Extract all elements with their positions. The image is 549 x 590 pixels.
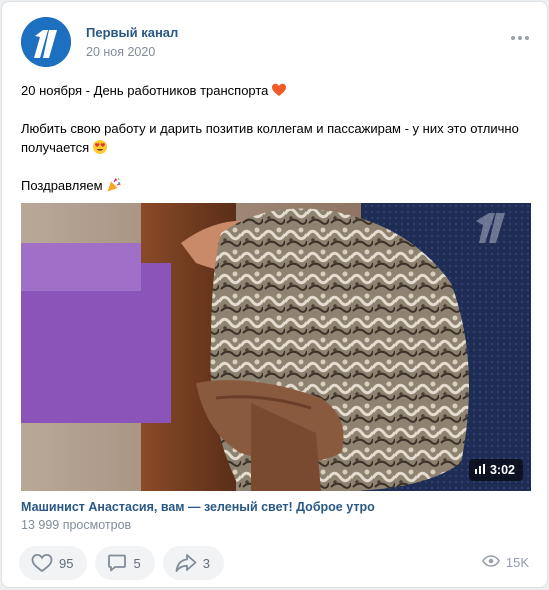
like-count: 95 (59, 555, 74, 571)
eye-icon (481, 555, 500, 570)
comment-icon (107, 553, 127, 573)
comment-count: 5 (133, 555, 141, 571)
video-player[interactable]: 3:02 (21, 203, 531, 491)
heart-emoji-icon (271, 82, 287, 98)
video-thumbnail (21, 203, 531, 491)
avatar[interactable] (21, 17, 71, 67)
post-card: Первый канал 20 ноя 2020 20 ноября - Ден… (1, 1, 548, 588)
views-counter: 15K (481, 555, 529, 570)
post-header: Первый канал 20 ноя 2020 (21, 17, 531, 67)
heart-eyes-emoji-icon (92, 139, 108, 155)
share-count: 3 (202, 555, 210, 571)
post-text-line: Поздравляем (21, 176, 531, 195)
party-popper-emoji-icon (106, 177, 122, 193)
author-name[interactable]: Первый канал (86, 25, 178, 40)
like-button[interactable]: 95 (19, 546, 88, 580)
share-button[interactable]: 3 (162, 546, 224, 580)
post-text-line: Любить свою работу и дарить позитив колл… (21, 121, 519, 155)
views-count: 15K (505, 555, 529, 570)
post-actions: 95 5 3 (19, 546, 224, 580)
post-date[interactable]: 20 ноя 2020 (86, 45, 155, 59)
post-text-line: 20 ноября - День работников транспорта (21, 81, 531, 100)
comment-button[interactable]: 5 (95, 546, 155, 580)
video-views: 13 999 просмотров (21, 518, 132, 532)
duration-label: 3:02 (489, 463, 515, 477)
video-title[interactable]: Машинист Анастасия, вам — зеленый свет! … (21, 500, 375, 514)
channel-one-logo (21, 17, 71, 67)
bars-icon (474, 463, 485, 477)
more-icon[interactable] (509, 29, 531, 47)
share-icon (175, 553, 197, 573)
video-duration: 3:02 (468, 459, 523, 481)
heart-icon (31, 553, 53, 573)
post-text: 20 ноября - День работников транспорта Л… (21, 81, 531, 195)
